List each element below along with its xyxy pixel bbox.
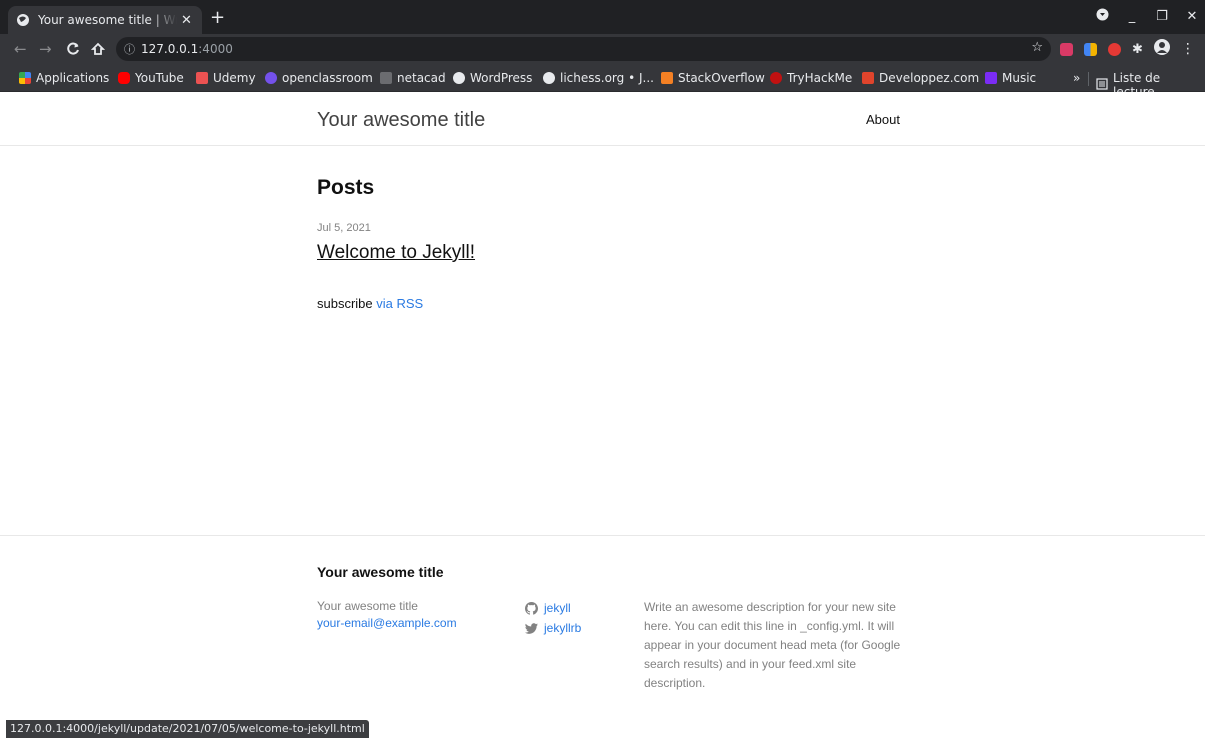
posts-heading: Posts	[317, 176, 375, 199]
bookmarks-overflow-button[interactable]: »	[1073, 71, 1080, 85]
bookmark-music[interactable]: Music	[985, 71, 1036, 85]
github-username: jekyll	[544, 601, 571, 615]
bookmark-applications[interactable]: Applications	[19, 71, 109, 85]
forward-button[interactable]: →	[39, 40, 52, 58]
site-title-link[interactable]: Your awesome title	[317, 109, 485, 132]
openclassroom-icon	[265, 72, 277, 84]
twitter-link[interactable]: jekyllrb	[525, 618, 581, 638]
stackoverflow-icon	[661, 72, 673, 84]
footer-name: Your awesome title	[317, 599, 418, 613]
reading-list-icon	[1096, 77, 1108, 93]
site-header: Your awesome title About	[0, 92, 1205, 146]
extension-icon[interactable]	[1084, 42, 1097, 56]
post-date: Jul 5, 2021	[317, 222, 371, 234]
close-window-button[interactable]: ✕	[1185, 9, 1199, 24]
restore-button[interactable]: ❐	[1155, 9, 1169, 24]
url-host: 127.0.0.1	[141, 42, 199, 56]
site-footer: Your awesome title Your awesome title yo…	[0, 535, 1205, 738]
web-page: Your awesome title About Posts Jul 5, 20…	[0, 92, 1205, 738]
youtube-icon	[118, 72, 130, 84]
twitter-icon	[525, 622, 538, 634]
github-link[interactable]: jekyll	[525, 598, 581, 618]
site-description: Write an awesome description for your ne…	[644, 600, 901, 690]
kebab-menu-icon[interactable]: ⋮	[1181, 41, 1195, 57]
browser-toolbar: ← → ⓘ 127.0.0.1:4000 ☆ ✱ ⋮	[0, 34, 1205, 64]
bookmark-developpez[interactable]: Developpez.com	[862, 71, 979, 85]
status-bar-url: 127.0.0.1:4000/jekyll/update/2021/07/05/…	[6, 720, 369, 738]
bookmark-stackoverflow[interactable]: StackOverflow	[661, 71, 765, 85]
extension-icon[interactable]	[1060, 42, 1073, 56]
avatar[interactable]	[1153, 39, 1170, 59]
profile-menu-icon[interactable]	[1095, 8, 1109, 25]
bookmark-star-icon[interactable]: ☆	[1031, 40, 1043, 55]
subscribe-text: subscribe	[317, 296, 373, 311]
post-title-link[interactable]: Welcome to Jekyll!	[317, 242, 475, 264]
globe-icon	[16, 13, 30, 27]
footer-email-link[interactable]: your-email@example.com	[317, 615, 457, 632]
close-tab-icon[interactable]: ✕	[179, 13, 194, 28]
tryhackme-icon	[770, 72, 782, 84]
new-tab-button[interactable]: +	[210, 8, 225, 28]
bookmark-udemy[interactable]: Udemy	[196, 71, 256, 85]
developpez-icon	[862, 72, 874, 84]
bookmarks-divider	[1088, 72, 1089, 86]
bookmarks-bar: Applications YouTube Udemy openclassroom…	[0, 64, 1205, 99]
minimize-button[interactable]: _	[1125, 9, 1139, 24]
twitter-username: jekyllrb	[544, 621, 582, 635]
nav-about-link[interactable]: About	[866, 112, 900, 127]
tab-title: Your awesome title | Write an awesome de…	[38, 13, 177, 27]
back-button[interactable]: ←	[14, 40, 27, 58]
lichess-icon	[543, 72, 555, 84]
bookmark-lichess[interactable]: lichess.org • J...	[543, 71, 654, 85]
bookmark-openclassroom[interactable]: openclassroom	[265, 71, 373, 85]
footer-social: jekyll jekyllrb	[525, 598, 581, 638]
home-button[interactable]	[90, 40, 106, 60]
bookmark-wordpress[interactable]: WordPress	[453, 71, 532, 85]
ublock-icon[interactable]	[1108, 42, 1121, 56]
browser-tab[interactable]: Your awesome title | Write an awesome de…	[8, 6, 202, 34]
puzzle-icon[interactable]: ✱	[1132, 42, 1143, 57]
address-bar[interactable]: ⓘ 127.0.0.1:4000 ☆	[116, 37, 1051, 61]
info-icon[interactable]: ⓘ	[124, 41, 135, 57]
music-icon	[985, 72, 997, 84]
apps-grid-icon	[19, 72, 31, 84]
bookmark-tryhackme[interactable]: TryHackMe	[770, 71, 852, 85]
footer-title: Your awesome title	[317, 564, 444, 580]
subscribe-line: subscribe via RSS	[317, 296, 423, 311]
netacad-icon	[380, 72, 392, 84]
udemy-icon	[196, 72, 208, 84]
bookmark-youtube[interactable]: YouTube	[118, 71, 184, 85]
window-controls: _ ❐ ✕	[1095, 8, 1199, 25]
wordpress-icon	[453, 72, 465, 84]
rss-link[interactable]: via RSS	[376, 296, 423, 311]
bookmark-netacad[interactable]: netacad	[380, 71, 446, 85]
github-icon	[525, 601, 538, 615]
tab-strip: Your awesome title | Write an awesome de…	[0, 0, 1205, 34]
url-port: :4000	[198, 42, 233, 56]
extension-icons: ✱ ⋮	[1060, 39, 1195, 59]
footer-contact: Your awesome title your-email@example.co…	[317, 598, 457, 632]
reload-button[interactable]	[66, 40, 80, 60]
